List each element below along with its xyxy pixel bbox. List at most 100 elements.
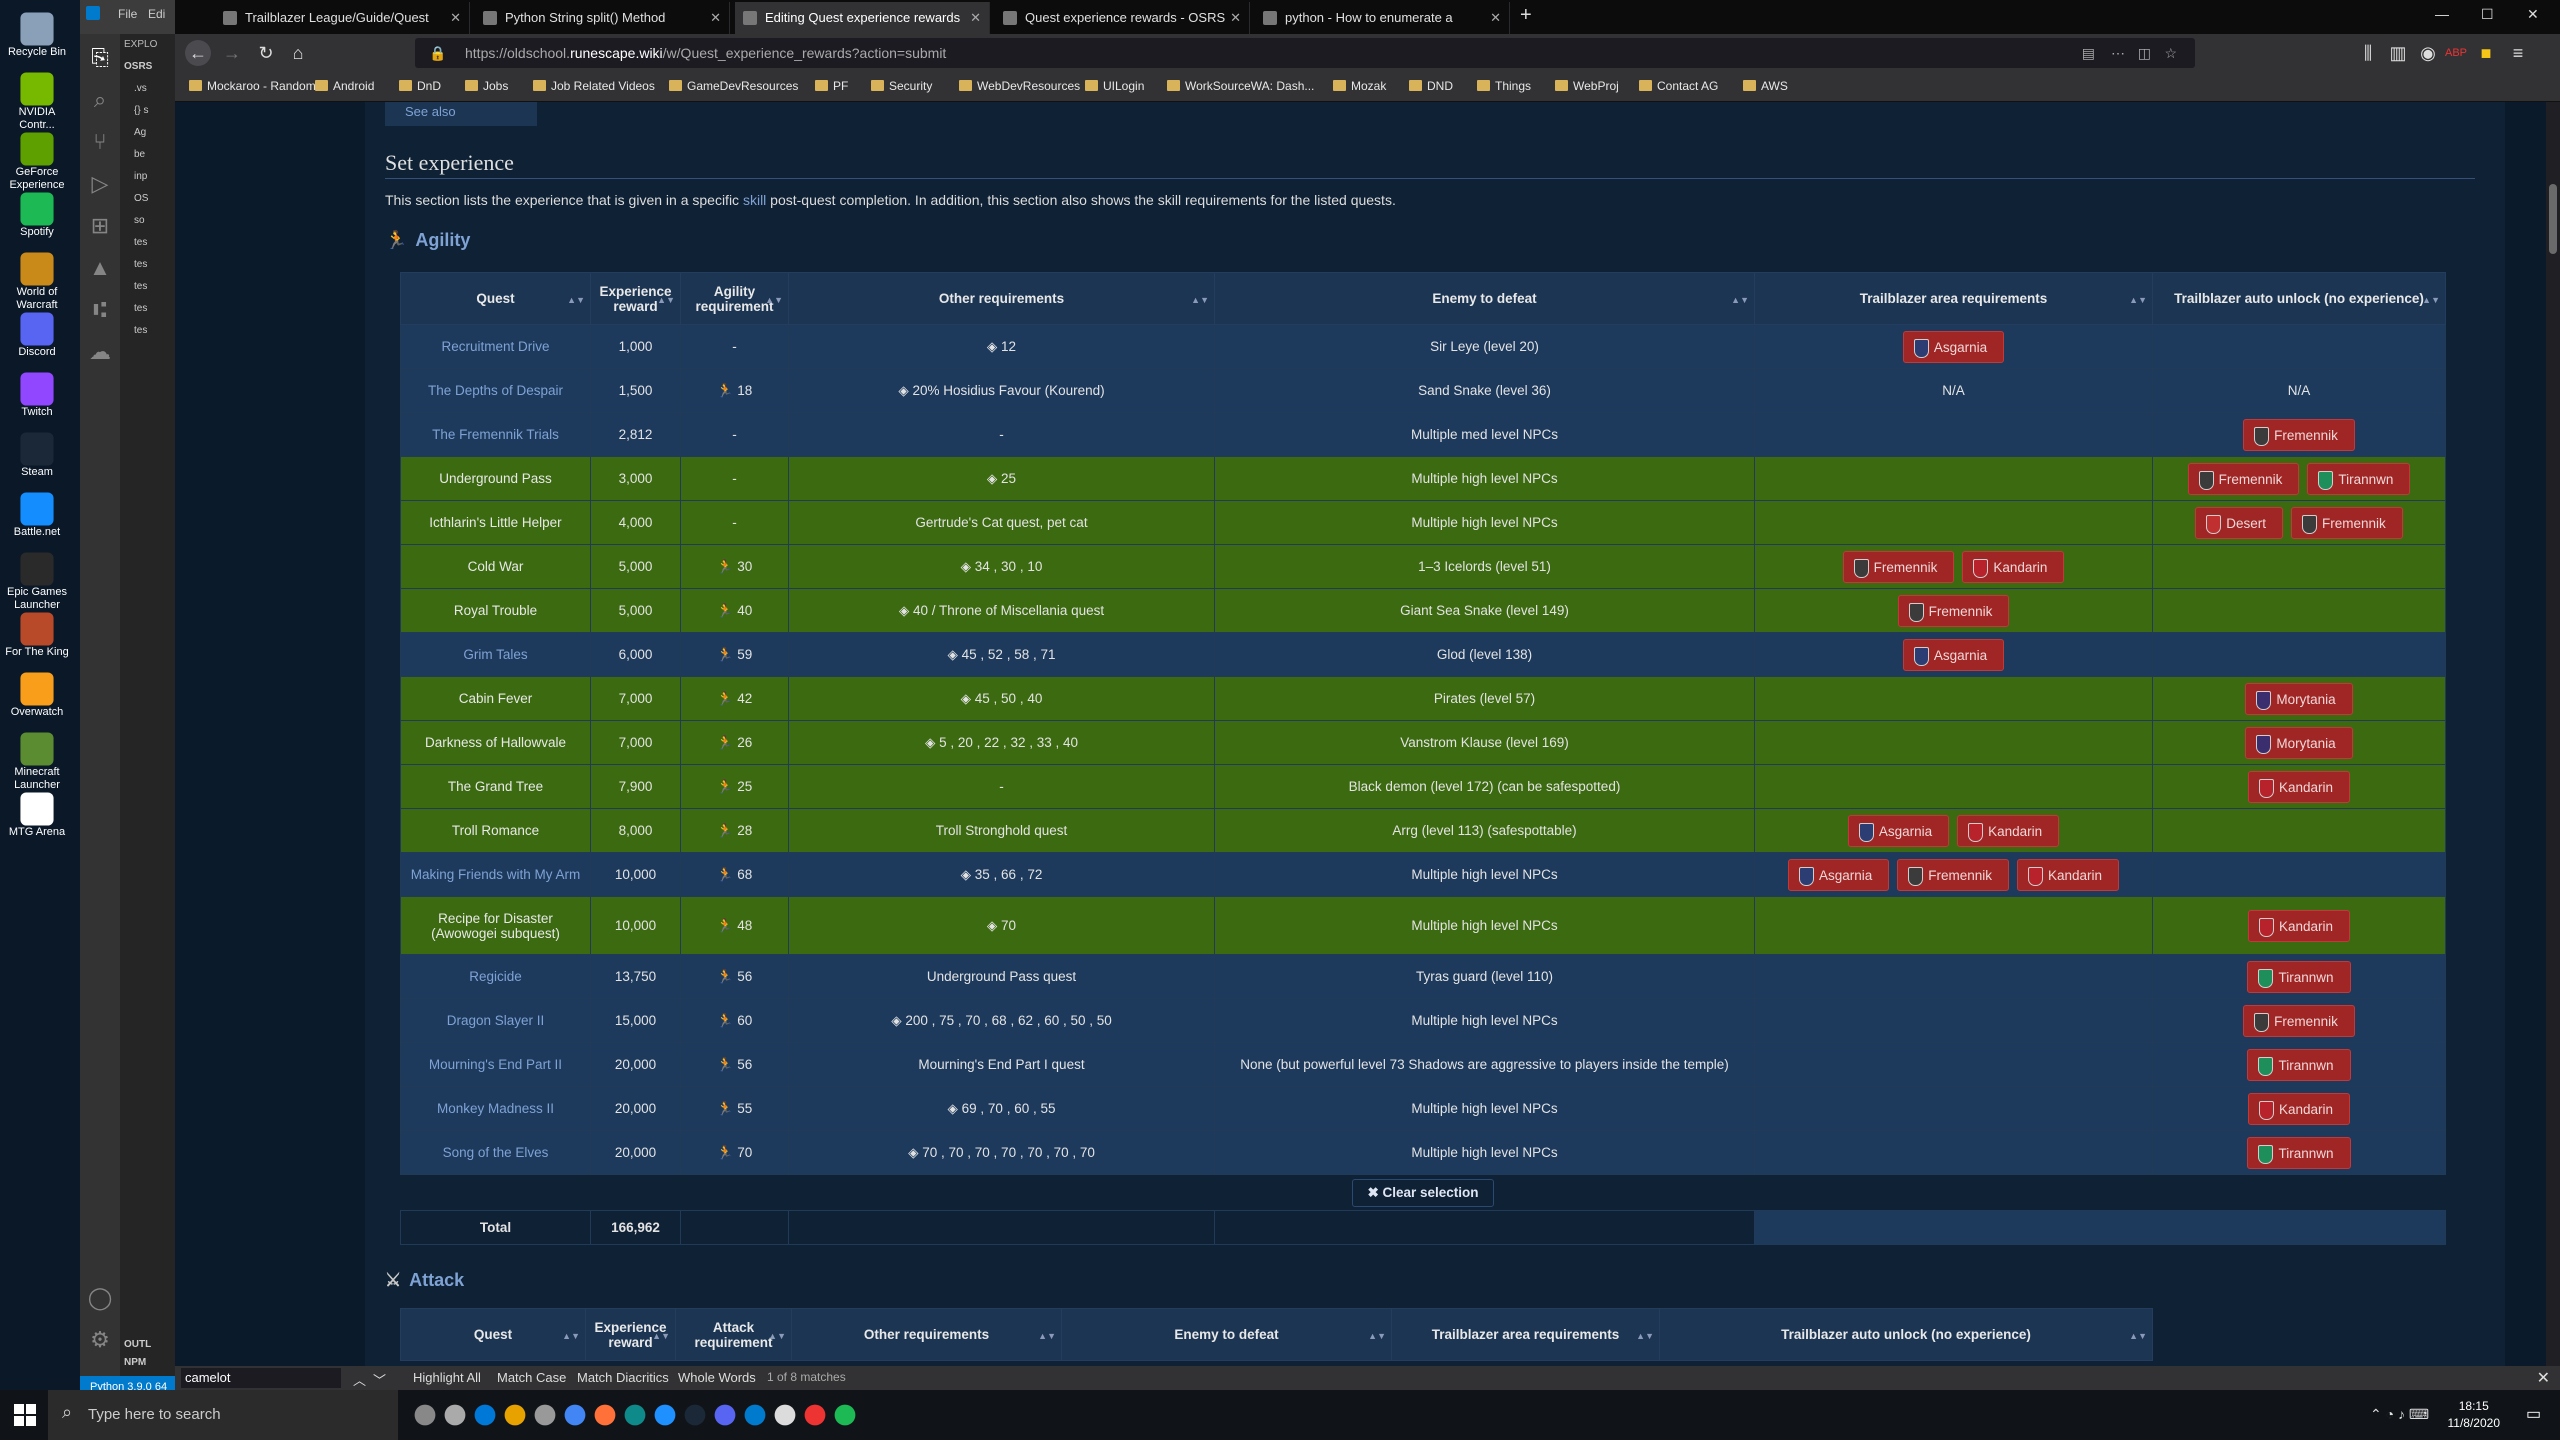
bookmark-item[interactable]: Job Related Videos [533, 79, 655, 93]
table-row[interactable]: Dragon Slayer II 15,000 🏃 60 ◈ 200 , 75 , 7… [400, 998, 2446, 1043]
source-control-icon[interactable]: ⑂ [86, 128, 114, 156]
region-badge[interactable]: Asgarnia [1847, 814, 1950, 847]
table-row[interactable]: Darkness of Hallowvale 7,000 🏃 26 ◈ 5 , 20 … [400, 720, 2446, 765]
bookmark-star-icon[interactable]: ☆ [2164, 38, 2177, 68]
explorer-root[interactable]: OSRS [120, 56, 175, 78]
region-badge[interactable]: Asgarnia [1902, 638, 2005, 671]
scrollbar-thumb[interactable] [2549, 184, 2557, 254]
column-header[interactable]: Agility requirement ▲▼ [680, 272, 789, 325]
region-badge[interactable]: Kandarin [2017, 858, 2120, 891]
table-row[interactable]: Cold War 5,000 🏃 30 ◈ 34 , 30 , 10 1–3 Icelo… [400, 544, 2446, 589]
match-case-checkbox[interactable]: Match Case [497, 1370, 566, 1385]
explorer-file[interactable]: inp [120, 166, 175, 188]
mail-icon[interactable] [474, 1404, 496, 1426]
quest-name-link[interactable]: The Fremennik Trials [400, 412, 591, 457]
sort-icon[interactable]: ▲▼ [765, 295, 783, 305]
window-minimize-icon[interactable]: — [2435, 6, 2449, 22]
column-header[interactable]: Quest ▲▼ [400, 272, 591, 325]
account-icon[interactable]: ◉ [2415, 40, 2441, 66]
bookmark-item[interactable]: WorkSourceWA: Dash... [1167, 79, 1314, 93]
taskbar-clock[interactable]: 18:15 11/8/2020 [2448, 1398, 2501, 1432]
column-header[interactable]: Trailblazer area requirements ▲▼ [1391, 1308, 1660, 1361]
bookmark-item[interactable]: DND [1409, 79, 1453, 93]
bookmark-item[interactable]: PF [815, 79, 848, 93]
explorer-file[interactable]: Ag [120, 122, 175, 144]
account-icon[interactable]: ◯ [86, 1284, 114, 1312]
file-explorer-icon[interactable] [504, 1404, 526, 1426]
new-tab-button[interactable]: + [1520, 4, 1532, 27]
column-header[interactable]: Experience reward ▲▼ [585, 1308, 676, 1361]
column-header[interactable]: Other requirements ▲▼ [791, 1308, 1062, 1361]
table-row[interactable]: Song of the Elves 20,000 🏃 70 ◈ 70 , 70 , 7… [400, 1130, 2446, 1175]
column-header[interactable]: Other requirements ▲▼ [788, 272, 1215, 325]
column-header[interactable]: Enemy to defeat ▲▼ [1214, 272, 1755, 325]
sort-icon[interactable]: ▲▼ [1368, 1331, 1386, 1341]
settings-gear-icon[interactable]: ⚙ [86, 1326, 114, 1354]
table-row[interactable]: Recipe for Disaster (Awowogei subquest) 1… [400, 896, 2446, 955]
agility-heading-text[interactable]: Agility [415, 230, 470, 250]
bookmark-item[interactable]: WebDevResources [959, 79, 1080, 93]
region-badge[interactable]: Fremennik [2243, 418, 2355, 451]
bookmark-item[interactable]: Mockaroo - Random ... [189, 79, 329, 93]
bookmark-item[interactable]: Mozak [1333, 79, 1386, 93]
tab-close-icon[interactable]: ✕ [970, 2, 981, 34]
region-badge[interactable]: Fremennik [1897, 594, 2010, 627]
spotify-icon[interactable] [834, 1404, 856, 1426]
region-badge[interactable]: Kandarin [1957, 814, 2060, 847]
explorer-file[interactable]: tes [120, 320, 175, 342]
desktop-icon[interactable]: Overwatch [0, 666, 74, 719]
desktop-icon[interactable]: Battle.net [0, 486, 74, 539]
sidebar-icon[interactable]: ▥ [2385, 40, 2411, 66]
quest-name-link[interactable]: The Depths of Despair [400, 368, 591, 413]
explorer-file[interactable]: OS [120, 188, 175, 210]
quest-name-link[interactable]: Dragon Slayer II [400, 998, 591, 1043]
tray-icons[interactable]: ⌃ ◔ ♪ ⌨ [2370, 1406, 2429, 1423]
attack-heading-text[interactable]: Attack [409, 1270, 464, 1290]
region-badge[interactable]: Morytania [2245, 726, 2353, 759]
region-badge[interactable]: Kandarin [2247, 1092, 2351, 1125]
whole-words-checkbox[interactable]: Whole Words [678, 1370, 756, 1385]
discord-icon[interactable] [714, 1404, 736, 1426]
bookmark-item[interactable]: Jobs [465, 79, 508, 93]
quest-name-link[interactable]: Icthlarin's Little Helper [400, 500, 591, 545]
column-header[interactable]: Enemy to defeat ▲▼ [1061, 1308, 1392, 1361]
bookmark-item[interactable]: Android [315, 79, 374, 93]
pocket-icon[interactable]: ◫ [2138, 38, 2151, 68]
git-graph-icon[interactable]: ⑆ [86, 296, 114, 324]
region-badge[interactable]: Fremennik [2187, 462, 2300, 495]
chrome-icon[interactable] [564, 1404, 586, 1426]
column-header[interactable]: Trailblazer auto unlock (no experience) ▲… [2152, 272, 2446, 325]
table-row[interactable]: Mourning's End Part II 20,000 🏃 56 Mourning… [400, 1042, 2446, 1087]
clear-selection-button[interactable]: ✖ Clear selection [1352, 1178, 1494, 1207]
extension-icon[interactable]: ■ [2473, 40, 2499, 66]
highlight-all-checkbox[interactable]: Highlight All [413, 1370, 481, 1385]
vscode-icon[interactable] [744, 1404, 766, 1426]
column-header[interactable]: Experience reward ▲▼ [590, 272, 681, 325]
close-find-bar-icon[interactable]: ✕ [2537, 1368, 2550, 1388]
explorer-file[interactable]: {} s [120, 100, 175, 122]
table-row[interactable]: Cabin Fever 7,000 🏃 42 ◈ 45 , 50 , 40 Pirate… [400, 676, 2446, 721]
library-icon[interactable]: ⫼ [2355, 40, 2381, 66]
region-badge[interactable]: Tirannwn [2247, 1136, 2351, 1169]
find-next-button[interactable]: ﹀ [373, 1370, 386, 1389]
desktop-icon[interactable]: NVIDIA Contr... [0, 66, 74, 131]
region-badge[interactable]: Asgarnia [1787, 858, 1890, 891]
start-button-icon[interactable] [14, 1404, 36, 1426]
sort-icon[interactable]: ▲▼ [1038, 1331, 1056, 1341]
tab-close-icon[interactable]: ✕ [1230, 2, 1241, 34]
table-row[interactable]: Underground Pass 3,000- ◈ 25 Multiple high … [400, 456, 2446, 501]
bookmark-item[interactable]: AWS [1743, 79, 1788, 93]
desktop-icon[interactable]: Recycle Bin [0, 6, 74, 59]
window-close-icon[interactable]: ✕ [2527, 6, 2539, 23]
region-badge[interactable]: Morytania [2245, 682, 2353, 715]
sort-icon[interactable]: ▲▼ [1636, 1331, 1654, 1341]
region-badge[interactable]: Fremennik [1842, 550, 1955, 583]
quest-name-link[interactable]: Darkness of Hallowvale [400, 720, 591, 765]
bookmark-item[interactable]: UILogin [1085, 79, 1144, 93]
table-row[interactable]: Grim Tales 6,000 🏃 59 ◈ 45 , 52 , 58 , 71 Gl… [400, 632, 2446, 677]
tab-close-icon[interactable]: ✕ [450, 2, 461, 34]
bookmark-item[interactable]: DnD [399, 79, 441, 93]
column-header[interactable]: Trailblazer area requirements ▲▼ [1754, 272, 2153, 325]
task-view-icon[interactable] [444, 1404, 466, 1426]
browser-tab[interactable]: Editing Quest experience rewards ✕ [735, 2, 990, 34]
